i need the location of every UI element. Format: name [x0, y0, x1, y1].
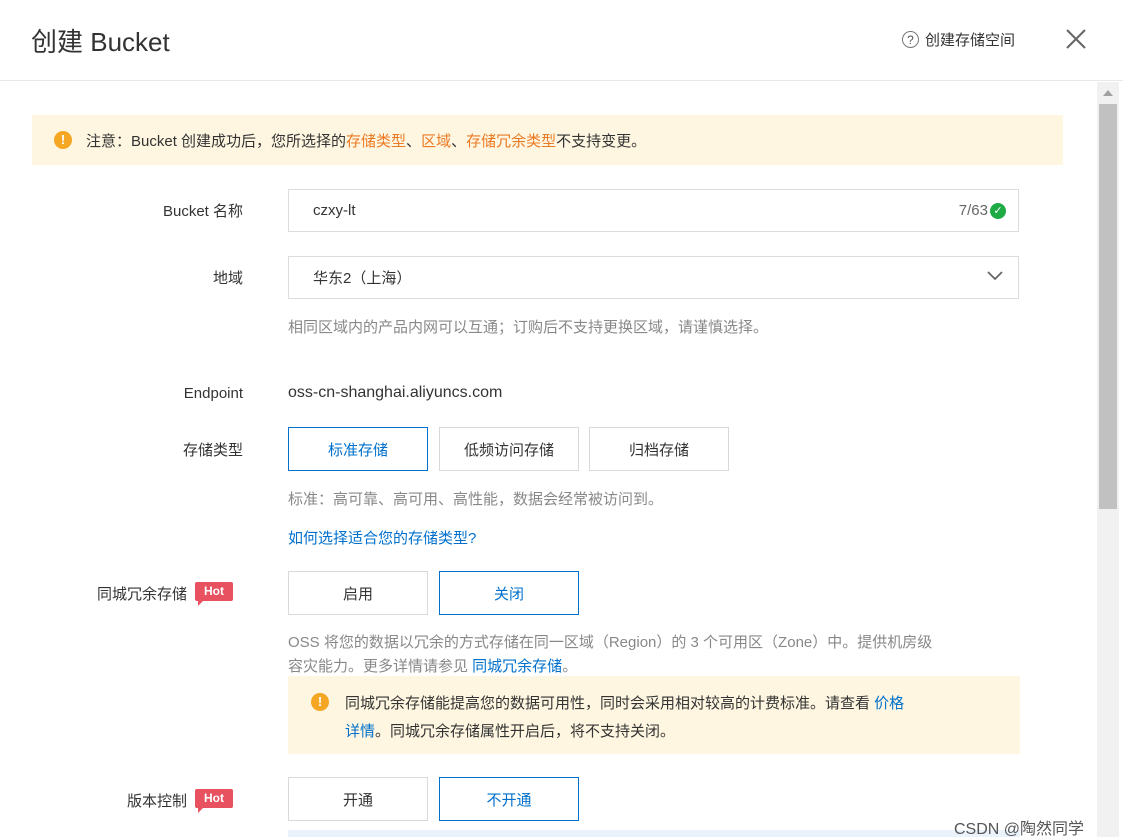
char-counter: 7/63 ✓: [959, 202, 1006, 219]
redundancy-desc-end: 。: [562, 658, 578, 675]
bucket-name-value: czxy-lt: [313, 202, 356, 219]
warning-icon: !: [54, 131, 72, 149]
question-icon: ?: [902, 31, 919, 48]
bucket-name-label: Bucket 名称: [162, 203, 243, 220]
notice-highlight-storage-type: 存储类型: [346, 132, 407, 150]
next-section-strip: [288, 830, 1020, 837]
hot-badge: Hot: [195, 582, 233, 606]
redundancy-description: OSS 将您的数据以冗余的方式存储在同一区域（Region）的 3 个可用区（Z…: [288, 631, 1028, 679]
check-icon: ✓: [990, 202, 1006, 219]
redundancy-option-enable[interactable]: 启用: [288, 571, 428, 615]
scrollbar-thumb[interactable]: [1099, 104, 1117, 509]
redundancy-warning: ! 同城冗余存储能提高您的数据可用性，同时会采用相对较高的计费标准。请查看 价格…: [288, 676, 1020, 754]
notice-banner: ! 注意：Bucket 创建成功后，您所选择的 存储类型 、 区域 、 存储冗余…: [32, 115, 1063, 165]
storage-type-option-ia[interactable]: 低频访问存储: [439, 427, 579, 471]
pricing-link-b[interactable]: 详情: [345, 723, 375, 740]
notice-highlight-region: 区域: [421, 132, 452, 150]
dialog-title: 创建 Bucket: [31, 27, 170, 57]
redundancy-doc-link[interactable]: 同城冗余存储: [472, 658, 562, 675]
redundancy-warning-line1: 同城冗余存储能提高您的数据可用性，同时会采用相对较高的计费标准。请查看 价格: [345, 692, 904, 713]
storage-type-help-link[interactable]: 如何选择适合您的存储类型?: [288, 527, 476, 548]
redundancy-label: 同城冗余存储: [96, 586, 187, 603]
region-value: 华东2（上海）: [313, 270, 412, 287]
redundancy-warning-text: 同城冗余存储能提高您的数据可用性，同时会采用相对较高的计费标准。请查看: [345, 695, 875, 712]
redundancy-warning-line2: 详情。同城冗余存储属性开启后，将不支持关闭。: [345, 720, 675, 741]
endpoint-label: Endpoint: [183, 385, 243, 402]
region-select[interactable]: 华东2（上海）: [288, 256, 1019, 299]
storage-type-hint: 标准：高可靠、高可用、高性能，数据会经常被访问到。: [288, 491, 664, 508]
dialog-header: 创建 Bucket ? 创建存储空间: [0, 0, 1123, 81]
region-hint: 相同区域内的产品内网可以互通；订购后不支持更换区域，请谨慎选择。: [288, 319, 769, 336]
pricing-link-a[interactable]: 价格: [874, 695, 904, 712]
notice-sep: 、: [406, 132, 422, 150]
versioning-label: 版本控制: [126, 793, 187, 810]
redundancy-warning-text: 。同城冗余存储属性开启后，将不支持关闭。: [375, 723, 676, 740]
notice-suffix: 不支持变更。: [556, 132, 647, 150]
close-icon[interactable]: [1063, 26, 1089, 52]
endpoint-value: oss-cn-shanghai.aliyuncs.com: [288, 384, 503, 401]
storage-type-option-archive[interactable]: 归档存储: [589, 427, 729, 471]
versioning-option-enable[interactable]: 开通: [288, 777, 428, 821]
bucket-name-input[interactable]: czxy-lt 7/63 ✓: [288, 189, 1019, 232]
watermark: CSDN @陶然同学: [954, 821, 1085, 838]
warning-icon: !: [311, 693, 329, 711]
scroll-up-arrow[interactable]: [1103, 90, 1113, 96]
redundancy-desc-line1: OSS 将您的数据以冗余的方式存储在同一区域（Region）的 3 个可用区（Z…: [288, 634, 933, 651]
scrollbar[interactable]: [1097, 82, 1119, 837]
region-label: 地域: [212, 270, 243, 287]
notice-sep: 、: [451, 132, 467, 150]
notice-highlight-redundancy: 存储冗余类型: [466, 132, 557, 150]
help-label: 创建存储空间: [925, 32, 1016, 49]
hot-badge: Hot: [195, 789, 233, 813]
redundancy-option-disable[interactable]: 关闭: [439, 571, 579, 615]
help-link[interactable]: ? 创建存储空间: [902, 29, 1015, 50]
storage-type-label: 存储类型: [182, 442, 243, 459]
redundancy-desc-line2: 容灾能力。更多详情请参见: [288, 658, 473, 675]
chevron-down-icon: [987, 271, 1003, 281]
storage-type-option-standard[interactable]: 标准存储: [288, 427, 428, 471]
versioning-option-disable[interactable]: 不开通: [439, 777, 579, 821]
char-counter-text: 7/63: [958, 202, 988, 219]
notice-prefix: 注意：Bucket 创建成功后，您所选择的: [86, 132, 347, 150]
